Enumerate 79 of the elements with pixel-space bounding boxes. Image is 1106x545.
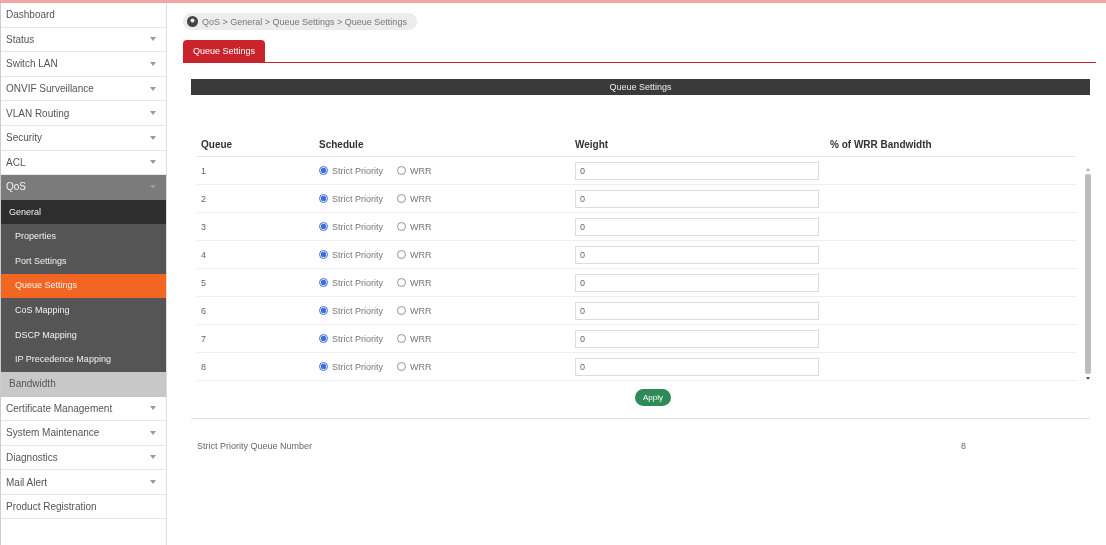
radio-button[interactable] [397,362,406,371]
sidebar-item[interactable]: DSCP Mapping [1,322,166,348]
weight-field[interactable]: 0 [575,217,819,236]
table-cell: 7 [197,325,315,353]
radio-button[interactable] [319,222,328,231]
scrollbar[interactable] [1084,166,1092,382]
tab[interactable]: Queue Settings [183,40,266,62]
table-cell: 1 [197,157,315,185]
weight-field[interactable]: 0 [575,161,819,180]
caret-icon [150,480,156,485]
field-label: Strict Priority Queue Number [197,441,314,451]
radio-button[interactable] [397,166,406,175]
table-cell: 6 [197,297,315,325]
column-header: Weight [571,133,826,157]
caret-icon [150,455,156,460]
radio-button[interactable] [319,362,328,371]
radio-button[interactable] [319,306,328,315]
option-label: Strict Priority [332,221,383,232]
table-cell: 5 [197,269,315,297]
radio-button[interactable] [397,250,406,259]
caret-icon [150,430,156,435]
option-label: Strict Priority [332,333,383,344]
section-header: Queue Settings [191,79,1090,95]
caret-icon [150,62,156,66]
weight-field[interactable]: 0 [575,189,819,208]
caret-icon [150,184,156,189]
table-cell: 4 [197,241,315,269]
option-label: Strict Priority [332,277,383,288]
radio-button[interactable] [397,194,406,203]
option-label: WRR [410,221,432,232]
radio-button[interactable] [319,166,328,175]
option-label: WRR [410,193,432,204]
sidebar-item[interactable]: General [1,199,166,225]
caret-icon [150,406,156,411]
apply-button[interactable]: Apply [635,389,671,406]
radio-button[interactable] [397,222,406,231]
sidebar-item[interactable]: Port Settings [1,248,166,274]
caret-icon [150,135,156,140]
sidebar-item[interactable]: Bandwidth [1,371,166,397]
sidebar-item[interactable]: Properties [1,224,166,249]
caret-icon [150,86,156,91]
option-label: WRR [410,277,432,288]
weight-field[interactable]: 0 [575,357,819,376]
table-cell: 8 [197,353,315,381]
option-label: WRR [410,361,432,372]
option-label: Strict Priority [332,361,383,372]
option-label: Strict Priority [332,249,383,260]
radio-button[interactable] [319,194,328,203]
option-label: WRR [410,333,432,344]
table-cell: 3 [197,213,315,241]
caret-icon [150,160,156,165]
option-label: Strict Priority [332,305,383,316]
column-header: Schedule [315,133,571,157]
table-cell: 2 [197,185,315,213]
radio-button[interactable] [397,306,406,315]
sidebar-item[interactable]: QoS [1,175,166,200]
location-icon [187,16,198,27]
option-label: Strict Priority [332,193,383,204]
radio-button[interactable] [319,334,328,343]
sidebar-item[interactable]: IP Precedence Mapping [1,347,166,372]
sidebar-item[interactable]: CoS Mapping [1,298,166,323]
radio-button[interactable] [397,278,406,287]
column-header: Queue [197,133,315,157]
column-header: % of WRR Bandwidth [826,133,1076,157]
caret-icon [150,37,156,42]
radio-button[interactable] [319,278,328,287]
caret-icon [150,111,156,116]
weight-field[interactable]: 0 [575,245,819,264]
weight-field[interactable]: 0 [575,329,819,348]
option-label: WRR [410,305,432,316]
radio-button[interactable] [397,334,406,343]
breadcrumb-text: QoS > General > Queue Settings > Queue Settings [202,16,407,27]
weight-field[interactable]: 0 [575,301,819,320]
option-label: WRR [410,249,432,260]
option-label: WRR [410,165,432,176]
option-label: Strict Priority [332,165,383,176]
radio-button[interactable] [319,250,328,259]
weight-field[interactable]: 0 [575,273,819,292]
field-value: 8 [961,441,966,451]
